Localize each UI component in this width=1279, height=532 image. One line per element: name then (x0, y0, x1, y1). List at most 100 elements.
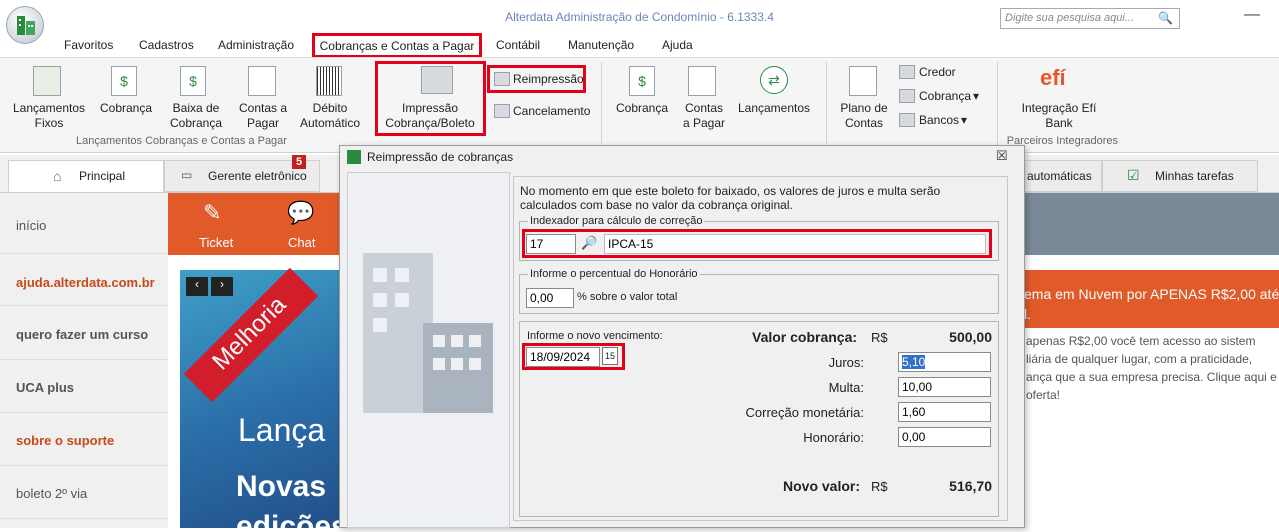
promo-line: oferta! (1026, 388, 1061, 402)
cobranca-button[interactable]: Cobrança (96, 101, 156, 116)
promo-body: apenas R$2,00 você tem acesso ao sistem … (1016, 332, 1279, 404)
juros-value: 5,10 (902, 355, 926, 369)
contas-a-pagar-icon (248, 66, 276, 96)
correcao-label: Correção monetária: (745, 405, 865, 420)
lancamentos-button[interactable]: Lançamentos (736, 101, 812, 116)
tab-principal[interactable]: ⌂ Principal (8, 160, 164, 192)
tab-minhas-tarefas[interactable]: ☑ Minhas tarefas (1102, 160, 1258, 192)
contas-a-pagar-report-button[interactable]: Contas a Pagar (680, 101, 728, 131)
reimpressao-button[interactable]: Reimpressão (513, 72, 584, 87)
baixa-de-cobranca-button[interactable]: Baixa de Cobrança (160, 101, 232, 131)
dialog-info-text: No momento em que este boleto for baixad… (520, 184, 941, 212)
menu-contabil[interactable]: Contábil (496, 38, 540, 52)
banner-subheadline: Novas (236, 470, 327, 503)
credor-icon (899, 65, 915, 79)
novo-valor-label: Novo valor: (783, 478, 861, 494)
nav-uca-plus[interactable]: UCA plus (16, 380, 74, 395)
dialog-app-icon (347, 150, 361, 164)
nav-divider (0, 518, 168, 519)
next-arrow-icon[interactable]: › (211, 277, 233, 296)
honorario-legend: Informe o percentual do Honorário (528, 268, 700, 280)
menu-ajuda[interactable]: Ajuda (662, 38, 693, 52)
vencimento-date-input[interactable]: 18/09/2024 (526, 347, 600, 367)
dialog-title: Reimpressão de cobranças (367, 150, 514, 164)
lancamentos-fixos-button[interactable]: Lançamentos Fixos (6, 101, 92, 131)
tab-principal-label: Principal (79, 169, 126, 183)
menu-favoritos[interactable]: Favoritos (64, 38, 113, 52)
promo-title[interactable]: ema em Nuvem por APENAS R$2,00 até o l. (1016, 270, 1279, 328)
juros-label: Juros: (828, 355, 864, 370)
chevron-down-icon[interactable]: ▾ (973, 89, 979, 104)
menu-administracao[interactable]: Administração (218, 38, 294, 52)
contas-a-pagar-button[interactable]: Contas a Pagar (236, 101, 290, 131)
ticket-button[interactable]: Ticket (199, 235, 233, 250)
prev-arrow-icon[interactable]: ‹ (186, 277, 208, 296)
plano-de-contas-icon (849, 66, 877, 96)
honorario-value-input[interactable]: 0,00 (898, 427, 991, 447)
nav-inicio[interactable]: início (16, 218, 46, 233)
chat-button[interactable]: Chat (288, 235, 315, 250)
close-icon[interactable]: ☒ (996, 148, 1008, 164)
cobranca2-icon: $ (629, 66, 655, 96)
valor-cobranca-value: 500,00 (949, 329, 992, 345)
tab-automaticas[interactable]: automáticas (1024, 160, 1102, 192)
promo-line: liária de qualquer lugar, com a praticid… (1026, 352, 1253, 366)
multa-input[interactable]: 10,00 (898, 377, 991, 397)
nav-divider (0, 465, 168, 466)
currency-label: R$ (871, 330, 888, 345)
minimize-icon[interactable]: — (1244, 6, 1264, 26)
honorario-suffix: % sobre o valor total (577, 291, 678, 303)
menu-cadastros[interactable]: Cadastros (139, 38, 194, 52)
indexador-legend: Indexador para cálculo de correção (528, 215, 705, 227)
cobranca3-icon (899, 89, 915, 103)
plano-de-contas-button[interactable]: Plano de Contas (836, 101, 892, 131)
chevron-down-icon[interactable]: ▾ (961, 113, 967, 128)
nav-divider (0, 359, 168, 360)
ribbon-separator (601, 62, 602, 148)
promo-title-line2: l. (1024, 306, 1031, 322)
juros-input[interactable]: 5,10 (898, 352, 991, 372)
nav-boleto-2-via[interactable]: boleto 2º via (16, 486, 87, 501)
chat-icon: 💬 (287, 200, 315, 225)
honorario-percent-input[interactable]: 0,00 (526, 288, 574, 308)
bancos-icon (899, 113, 915, 127)
promo-line: ança que a sua empresa precisa. Clique a… (1026, 370, 1279, 384)
baixa-cobranca-icon: $ (180, 66, 206, 96)
correcao-input[interactable]: 1,60 (898, 402, 991, 422)
nav-ajuda-link[interactable]: ajuda.alterdata.com.br (16, 275, 155, 290)
reimpressao-icon (494, 72, 510, 86)
impressao-cobranca-boleto-button[interactable]: Impressão Cobrança/Boleto (380, 101, 480, 131)
menu-manutencao[interactable]: Manutenção (568, 38, 634, 52)
menu-cobrancas-contas-a-pagar[interactable]: Cobranças e Contas a Pagar (312, 33, 482, 58)
integracao-efi-bank-button[interactable]: Integração Efí Bank (1018, 101, 1100, 131)
tab-gerente-eletronico[interactable]: ▭ Gerente eletrônico 5 (164, 155, 320, 192)
ticket-icon: ✎ (203, 200, 222, 225)
valor-cobranca-label: Valor cobrança: (752, 329, 858, 345)
cobranca-report-button[interactable]: Cobrança (612, 101, 672, 116)
banner-headline: Lança (238, 412, 326, 448)
tab-minhas-tarefas-label: Minhas tarefas (1155, 169, 1234, 183)
banner-line3: edições (236, 512, 340, 528)
cancelamento-button[interactable]: Cancelamento (513, 104, 590, 119)
indexador-code-input[interactable]: 17 (526, 234, 576, 254)
search-input[interactable]: Digite sua pesquisa aqui... (1000, 8, 1180, 29)
search-icon[interactable]: 🔎 (581, 235, 597, 251)
calendar-icon[interactable]: 15 (602, 347, 618, 365)
credor-button[interactable]: Credor (919, 65, 956, 80)
promo-line: apenas R$2,00 você tem acesso ao sistem (1026, 334, 1256, 348)
nav-suporte[interactable]: sobre o suporte (16, 433, 114, 448)
cobranca-cadastro-button[interactable]: Cobrança (919, 89, 971, 104)
indexador-name-field: IPCA-15 (604, 234, 986, 254)
nav-curso[interactable]: quero fazer um curso (16, 327, 148, 342)
lancamentos-icon: ⇄ (760, 66, 788, 94)
search-icon[interactable]: 🔍 (1158, 11, 1176, 27)
multa-label: Multa: (828, 380, 864, 395)
bancos-button[interactable]: Bancos (919, 113, 959, 128)
debito-automatico-button[interactable]: Débito Automático (294, 101, 366, 131)
debito-automatico-icon (316, 66, 342, 96)
promo-title-line1: ema em Nuvem por APENAS R$2,00 até o (1024, 286, 1279, 302)
efi-logo: efí (1040, 65, 1066, 90)
group-label-lancamentos: Lançamentos Cobranças e Contas a Pagar (76, 135, 287, 147)
ribbon-separator (997, 62, 998, 148)
lancamentos-fixos-icon (33, 66, 61, 96)
